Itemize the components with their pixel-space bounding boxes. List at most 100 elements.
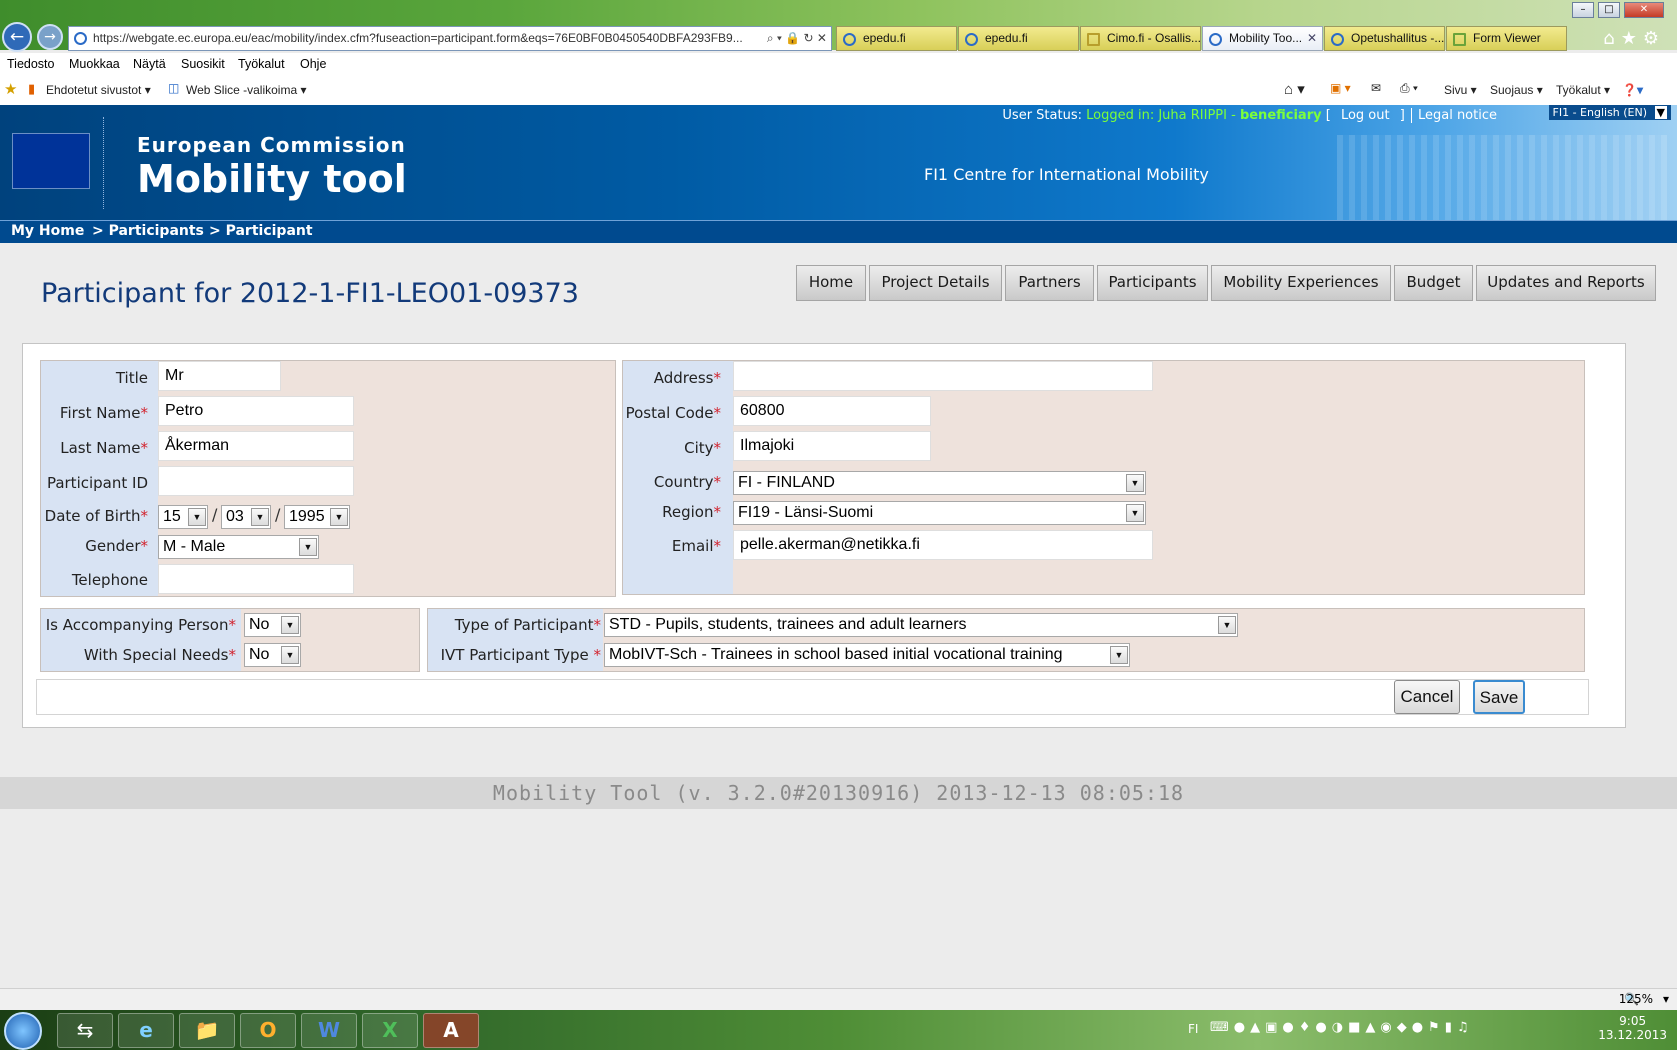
print-icon[interactable]: ⎙ ▾ [1400, 81, 1418, 96]
menu-view[interactable]: Näytä [133, 57, 166, 71]
mail-icon[interactable]: ✉ [1371, 81, 1381, 95]
save-button[interactable]: Save [1473, 680, 1525, 714]
title-label: Title [115, 369, 148, 387]
participant-type-select[interactable]: STD - Pupils, students, trainees and adu… [604, 613, 1238, 637]
postal-code-label: Postal Code* [625, 404, 721, 422]
safety-menu[interactable]: Suojaus ▾ [1490, 83, 1543, 97]
cancel-button[interactable]: Cancel [1394, 680, 1460, 714]
postal-code-field[interactable]: 60800 [733, 396, 931, 426]
language-selector[interactable]: FI1 - English (EN) ▼ [1548, 105, 1671, 120]
region-label: Region* [662, 503, 721, 521]
ie-icon[interactable]: e [118, 1013, 174, 1048]
title-field[interactable]: Mr [158, 361, 281, 391]
home-icon[interactable]: ⌂ [1603, 28, 1620, 49]
zoom-level[interactable]: 125% [1619, 992, 1653, 1006]
dob-year-select[interactable]: 1995 ▼ [284, 505, 350, 529]
address-field[interactable] [733, 361, 1153, 391]
email-field[interactable]: pelle.akerman@netikka.fi [733, 530, 1153, 560]
settings-gear-icon[interactable]: ⚙ [1643, 28, 1665, 49]
chevron-down-icon: ▼ [1654, 106, 1667, 119]
tab-mobility-experiences[interactable]: Mobility Experiences [1211, 265, 1391, 301]
country-select[interactable]: FI - FINLAND ▼ [733, 471, 1146, 495]
ivt-type-select[interactable]: MobIVT-Sch - Trainees in school based in… [604, 643, 1130, 667]
windows-start-icon[interactable] [4, 1012, 42, 1050]
gender-select[interactable]: M - Male ▼ [158, 535, 319, 559]
feeds-icon[interactable]: ▣ ▾ [1330, 81, 1351, 95]
last-name-field[interactable]: Åkerman [158, 431, 354, 461]
web-slice-link[interactable]: Web Slice -valikoima ▾ [186, 83, 307, 97]
region-select[interactable]: FI19 - Länsi-Suomi ▼ [733, 501, 1146, 525]
first-name-field[interactable]: Petro [158, 396, 354, 426]
excel-icon[interactable]: X [362, 1013, 418, 1048]
version-footer: Mobility Tool (v. 3.2.0#20130916) 2013-1… [0, 777, 1677, 809]
legal-notice-link[interactable]: Legal notice [1410, 108, 1497, 123]
ie-tab-icon [1209, 33, 1222, 46]
page-menu[interactable]: Sivu ▾ [1444, 83, 1477, 97]
close-tab-icon[interactable]: ✕ [1307, 27, 1317, 50]
forward-icon[interactable]: → [37, 24, 63, 50]
home-icon[interactable]: ⌂ ▾ [1284, 80, 1305, 98]
explorer-icon[interactable]: 📁 [179, 1013, 235, 1048]
chevron-down-icon[interactable]: ▾ [1663, 992, 1669, 1006]
input-language[interactable]: FI [1188, 1022, 1198, 1036]
special-needs-select[interactable]: No ▼ [244, 643, 301, 667]
minimize-button[interactable]: – [1572, 2, 1594, 18]
browser-tab[interactable]: Form Viewer [1446, 26, 1567, 51]
suggested-sites-link[interactable]: Ehdotetut sivustot ▾ [46, 83, 151, 97]
browser-tab[interactable]: epedu.fi [958, 26, 1079, 51]
tab-partners[interactable]: Partners [1005, 265, 1094, 301]
outlook-icon[interactable]: O [240, 1013, 296, 1048]
accompanying-label: Is Accompanying Person* [45, 616, 236, 634]
ivt-type-label: IVT Participant Type * [440, 646, 601, 664]
menu-favorites[interactable]: Suosikit [181, 57, 225, 71]
org-name: European Commission [137, 133, 406, 157]
help-icon[interactable]: ❓▾ [1622, 83, 1643, 97]
clock[interactable]: 9:05 13.12.2013 [1598, 1014, 1667, 1042]
tab-label: Mobility Too... [1229, 31, 1303, 45]
close-window-button[interactable]: ✕ [1624, 2, 1664, 18]
clock-date: 13.12.2013 [1598, 1028, 1667, 1042]
tab-label: epedu.fi [985, 31, 1028, 45]
menu-edit[interactable]: Muokkaa [69, 57, 120, 71]
system-tray-icons[interactable]: ⌨●▲▣●♦●◑■▲◉◆●⚑▮♫ [1210, 1020, 1474, 1035]
browser-tab-active[interactable]: Mobility Too... ✕ [1202, 26, 1323, 51]
favorites-icon[interactable]: ★ [4, 80, 17, 98]
city-field[interactable]: Ilmajoki [733, 431, 931, 461]
browser-tab[interactable]: epedu.fi [836, 26, 957, 51]
breadcrumb-home[interactable]: My Home [11, 223, 84, 239]
browser-tab[interactable]: Cimo.fi - Osallis... [1080, 26, 1201, 51]
logout-link[interactable]: Log out [1341, 108, 1390, 123]
participant-id-label: Participant ID [46, 474, 148, 492]
maximize-button[interactable]: □ [1598, 2, 1620, 18]
address-bar[interactable]: https://webgate.ec.europa.eu/eac/mobilit… [68, 26, 832, 51]
tab-home[interactable]: Home [796, 265, 866, 301]
special-needs-label: With Special Needs* [83, 646, 236, 664]
menu-help[interactable]: Ohje [300, 57, 326, 71]
tab-participants[interactable]: Participants [1097, 265, 1208, 301]
menu-file[interactable]: Tiedosto [7, 57, 54, 71]
address-panel: Address* Postal Code* 60800 City* Ilmajo… [622, 360, 1585, 595]
page-tab-icon [1453, 33, 1466, 46]
tools-menu[interactable]: Työkalut ▾ [1556, 83, 1610, 97]
dob-month-select[interactable]: 03 ▼ [221, 505, 271, 529]
address-controls[interactable]: ⌕ ▾ 🔒 ↻ ✕ [762, 27, 827, 50]
tab-updates-and-reports[interactable]: Updates and Reports [1476, 265, 1656, 301]
user-status-label: User Status: [1002, 108, 1082, 123]
dob-day-select[interactable]: 15 ▼ [158, 505, 208, 529]
browser-tab[interactable]: Opetushallitus -... [1324, 26, 1445, 51]
tab-budget[interactable]: Budget [1394, 265, 1473, 301]
word-icon[interactable]: W [301, 1013, 357, 1048]
back-icon[interactable]: ← [2, 22, 32, 52]
favorites-star-icon[interactable]: ★ [1621, 28, 1643, 49]
participant-id-field[interactable] [158, 466, 354, 496]
tab-project-details[interactable]: Project Details [869, 265, 1002, 301]
accompanying-select[interactable]: No ▼ [244, 613, 301, 637]
switcher-icon[interactable]: ⇆ [57, 1013, 113, 1048]
date-of-birth-label: Date of Birth* [44, 507, 148, 525]
page-title: Participant for 2012-1-FI1-LEO01-09373 [41, 278, 579, 309]
breadcrumb-participants[interactable]: > Participants [92, 223, 204, 239]
acrobat-icon[interactable]: A [423, 1013, 479, 1048]
participant-type-panel: Type of Participant* STD - Pupils, stude… [427, 608, 1585, 672]
menu-tools[interactable]: Työkalut [238, 57, 285, 71]
telephone-field[interactable] [158, 564, 354, 594]
